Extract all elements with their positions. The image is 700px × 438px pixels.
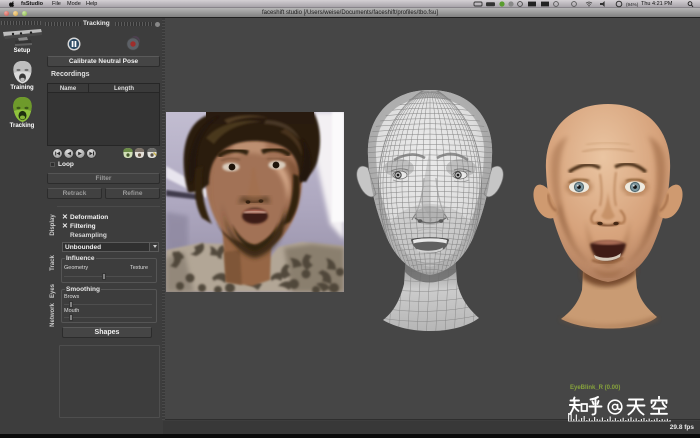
svg-text:(94%): (94%) [626,2,639,7]
